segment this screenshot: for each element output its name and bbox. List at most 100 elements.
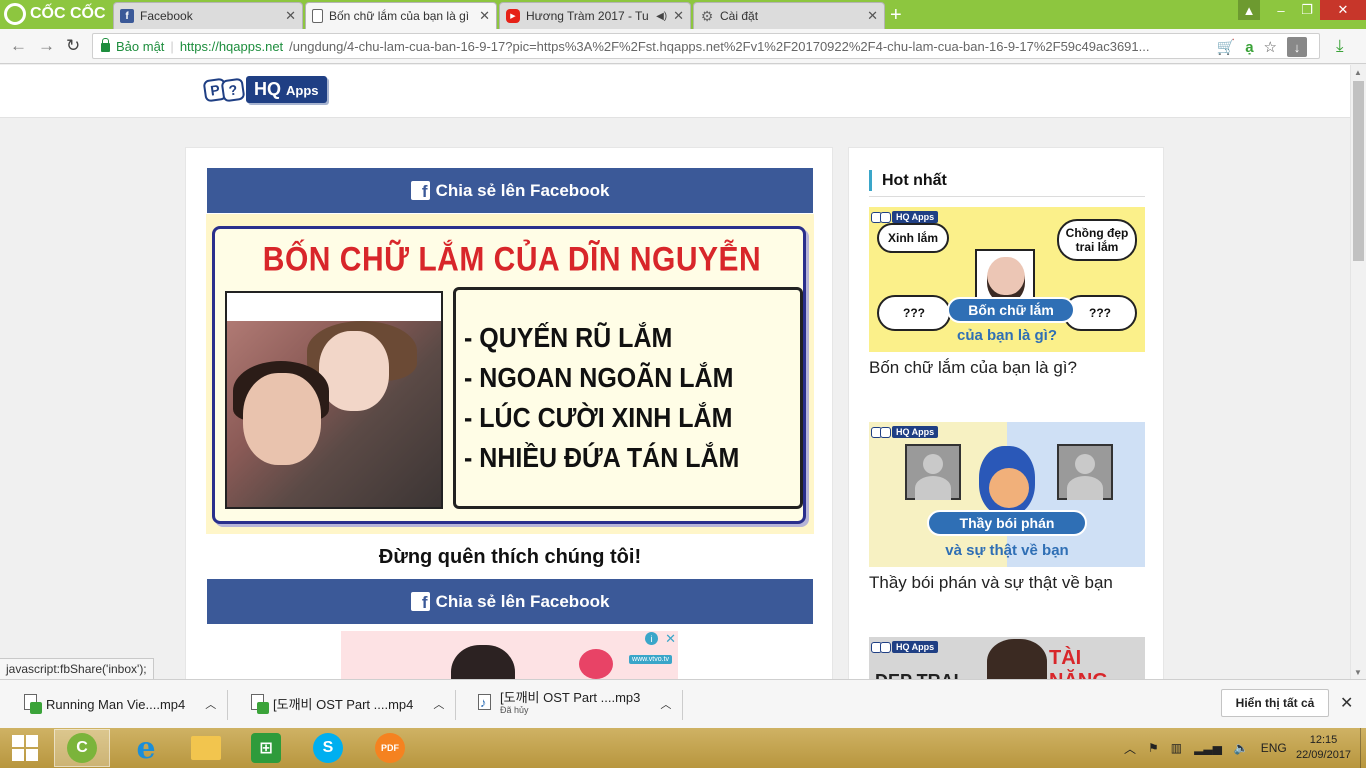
share-facebook-button[interactable]: f Chia sẻ lên Facebook <box>207 168 813 213</box>
download-item[interactable]: ♪ [도깨비 OST Part ....mp3 Đã hủy ︿ <box>476 688 684 720</box>
main-card: f Chia sẻ lên Facebook BỐN CHỮ LẮM CỦA D… <box>185 147 833 688</box>
share-facebook-button-2[interactable]: f Chia sẻ lên Facebook <box>207 579 813 624</box>
share-label: Chia sẻ lên Facebook <box>435 591 610 611</box>
tab-facebook[interactable]: f Facebook ✕ <box>113 2 303 29</box>
chevron-up-icon[interactable]: ︿ <box>205 696 216 712</box>
scroll-down-icon[interactable]: ▼ <box>1354 668 1362 677</box>
downloads-icon[interactable]: ⤓ <box>1336 36 1344 56</box>
youtube-icon: ▶ <box>506 9 520 23</box>
hot-item-thumbnail[interactable]: HQ Apps Xinh lắm Chồng đẹp trai lắm ??? … <box>869 207 1145 352</box>
skype-icon: S <box>313 733 343 763</box>
hot-item[interactable]: HQ Apps Xinh lắm Chồng đẹp trai lắm ??? … <box>869 207 1145 378</box>
result-item: - NGOAN NGOÃN LẮM <box>464 362 734 394</box>
close-window-button[interactable]: ✕ <box>1320 0 1366 20</box>
back-button[interactable]: ← <box>10 36 27 56</box>
chevron-up-icon[interactable]: ︿ <box>1124 740 1136 757</box>
result-photo <box>225 291 443 509</box>
download-item[interactable]: Running Man Vie....mp4 ︿ <box>22 688 229 720</box>
close-icon[interactable]: ✕ <box>867 8 878 24</box>
ad-close-icon[interactable]: ✕ <box>665 631 676 647</box>
user-icon[interactable]: ▲ <box>1238 0 1260 20</box>
close-icon[interactable]: ✕ <box>673 8 684 24</box>
show-desktop-button[interactable] <box>1360 728 1366 768</box>
download-item[interactable]: [도깨비 OST Part ....mp4 ︿ <box>249 688 457 720</box>
chevron-up-icon[interactable]: ︿ <box>433 696 444 712</box>
logo-text: HQ Apps <box>246 76 327 103</box>
result-title: BỐN CHỮ LẮM CỦA DĨN NGUYỄN <box>262 240 762 279</box>
tab-quiz[interactable]: Bốn chữ lắm của bạn là gì ✕ <box>305 2 497 29</box>
tab-youtube[interactable]: ▶ Hương Tràm 2017 - Tu ◀) ✕ <box>499 2 691 29</box>
result-item: - LÚC CƯỜI XINH LẮM <box>464 402 733 434</box>
taskbar-store[interactable]: ⊞ <box>238 729 294 767</box>
taskbar-ie[interactable]: e <box>118 729 174 767</box>
scroll-up-icon[interactable]: ▲ <box>1354 68 1362 77</box>
photo-face <box>319 331 389 411</box>
volume-icon[interactable]: 🔈 <box>1234 741 1249 755</box>
avatar-placeholder-icon <box>905 444 961 500</box>
mini-logo-text: HQ Apps <box>892 641 939 653</box>
scroll-thumb[interactable] <box>1353 81 1364 261</box>
translate-icon[interactable]: ạ <box>1245 39 1253 56</box>
close-icon[interactable]: ✕ <box>1340 693 1353 713</box>
download-icon[interactable]: ↓ <box>1287 37 1307 57</box>
facebook-icon: f <box>410 181 430 200</box>
hqapps-logo[interactable]: P ? HQ Apps <box>202 76 327 103</box>
language-indicator[interactable]: ENG <box>1261 741 1287 755</box>
internet-explorer-icon: e <box>136 730 156 766</box>
ad-info-icon[interactable]: i <box>645 632 658 645</box>
taskbar-coccoc[interactable]: C <box>54 729 110 767</box>
download-name: [도깨비 OST Part ....mp4 <box>273 696 414 712</box>
speaker-icon[interactable]: ◀) <box>656 11 667 22</box>
page-scrollbar[interactable]: ▲ ▼ <box>1350 65 1366 679</box>
brand-label: CỐC CỐC <box>30 5 106 22</box>
hot-item-caption[interactable]: Thầy bói phán và sự thật về bạn <box>869 573 1145 593</box>
address-bar[interactable]: Bảo mật | https://hqapps.net/ungdung/4-c… <box>92 33 1320 59</box>
taskbar-pdf[interactable]: PDF <box>362 729 418 767</box>
flag-icon[interactable]: ⚑ <box>1148 741 1159 755</box>
show-all-downloads-button[interactable]: Hiển thị tất cả <box>1221 689 1329 717</box>
minimize-button[interactable]: – <box>1268 0 1294 20</box>
cart-icon[interactable]: 🛒 <box>1217 38 1236 56</box>
hot-item[interactable]: HQ Apps TÀI NĂNG ĐẸP TRAI <box>869 637 1145 682</box>
chevron-up-icon[interactable]: ︿ <box>660 696 671 712</box>
maximize-button[interactable]: ❐ <box>1294 0 1320 20</box>
thumbnail-subtitle: của bạn là gì? <box>956 327 1058 344</box>
windows-icon <box>12 735 38 761</box>
clock[interactable]: 12:15 22/09/2017 <box>1296 733 1351 763</box>
sidebar-header: Hot nhất <box>869 170 1145 197</box>
logo-apps: Apps <box>286 83 319 98</box>
forward-button[interactable]: → <box>38 36 55 56</box>
network-icon[interactable]: ▥ <box>1171 741 1182 755</box>
portrait <box>987 639 1047 682</box>
hqapps-mini-logo: HQ Apps <box>871 426 939 438</box>
tab-settings[interactable]: ⚙ Cài đặt ✕ <box>693 2 885 29</box>
close-icon[interactable]: ✕ <box>479 8 490 24</box>
close-icon[interactable]: ✕ <box>285 8 296 24</box>
taskbar-explorer[interactable] <box>178 729 234 767</box>
start-button[interactable] <box>0 729 50 767</box>
coccoc-brand[interactable]: CỐC CỐC <box>4 3 106 25</box>
thumbnail-banner: Thầy bói phán <box>927 510 1087 536</box>
thought-cloud: Chồng đẹp trai lắm <box>1057 219 1137 261</box>
taskbar-skype[interactable]: S <box>300 729 356 767</box>
reload-button[interactable]: ↻ <box>66 36 80 56</box>
thought-cloud: Xinh lắm <box>877 223 949 253</box>
site-header: P ? HQ Apps <box>0 65 1350 118</box>
video-file-icon <box>249 694 269 714</box>
new-tab-button[interactable]: + <box>890 4 902 27</box>
hot-item-thumbnail[interactable]: HQ Apps TÀI NĂNG ĐẸP TRAI <box>869 637 1145 682</box>
hot-item[interactable]: HQ Apps Thầy bói phán và sự thật về bạn … <box>869 422 1145 593</box>
bookmark-star-icon[interactable]: ☆ <box>1264 38 1277 56</box>
hot-item-thumbnail[interactable]: HQ Apps Thầy bói phán và sự thật về bạn <box>869 422 1145 567</box>
audio-file-icon: ♪ <box>476 694 494 714</box>
photo-face <box>243 373 321 465</box>
toolbar: ← → ↻ Bảo mật | https://hqapps.net/ungdu… <box>0 29 1366 64</box>
logo-bubble: ? <box>220 77 246 102</box>
url-path: /ungdung/4-chu-lam-cua-ban-16-9-17?pic=h… <box>289 38 1150 54</box>
result-item: - NHIỀU ĐỨA TÁN LẮM <box>464 442 740 474</box>
video-file-icon <box>22 694 42 714</box>
signal-icon[interactable]: ▂▃▅ <box>1194 741 1222 755</box>
hot-item-caption[interactable]: Bốn chữ lắm của bạn là gì? <box>869 358 1145 378</box>
coccoc-icon: C <box>67 733 97 763</box>
coccoc-logo-icon <box>4 3 26 25</box>
